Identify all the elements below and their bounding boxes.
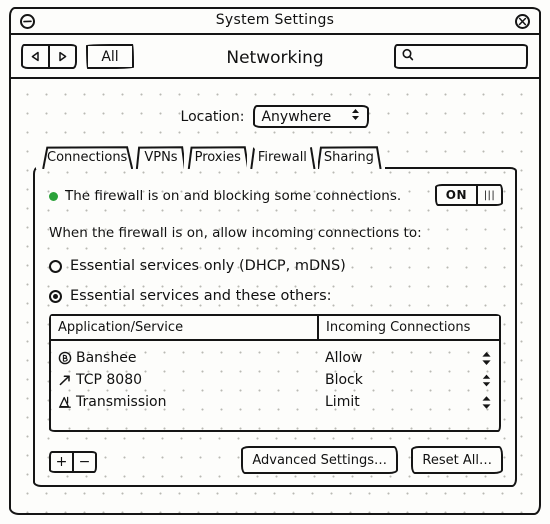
- cell-incoming-connection: Limit: [325, 394, 360, 410]
- column-header-incoming-connections: Incoming Connections: [326, 320, 471, 335]
- application-name: Transmission: [76, 394, 167, 410]
- radio-mark-icon: [49, 259, 62, 273]
- cell-incoming-connection: Block: [325, 372, 363, 388]
- cell-application: Transmission: [51, 394, 319, 410]
- reset-all-button[interactable]: Reset All…: [411, 446, 503, 474]
- radio-essential-services-only[interactable]: Essential services only (DHCP, mDNS): [49, 258, 346, 274]
- settings-body: Location: Anywhere Connections VPNs Prox…: [11, 79, 539, 513]
- search-icon: [401, 47, 415, 66]
- table-row[interactable]: TCP 8080 Block: [51, 369, 499, 391]
- tab-label: Connections: [47, 150, 128, 165]
- tab-bar: Connections VPNs Proxies Firewall Sharin…: [36, 145, 385, 169]
- location-label: Location:: [180, 108, 245, 125]
- tab-label: Proxies: [194, 150, 241, 165]
- advanced-settings-button[interactable]: Advanced Settings…: [241, 446, 398, 474]
- firewall-status-row: The firewall is on and blocking some con…: [49, 183, 503, 209]
- connection-stepper[interactable]: [473, 372, 499, 389]
- tab-label: Firewall: [257, 150, 307, 165]
- table-body: Banshee Allow TCP 8080 Block Transmissio…: [51, 341, 499, 413]
- connection-stepper[interactable]: [473, 394, 499, 411]
- system-settings-window: System Settings All Networking Location:…: [9, 7, 541, 515]
- tab-label: Sharing: [323, 150, 374, 165]
- remove-service-button[interactable]: −: [74, 453, 95, 471]
- toolbar: All Networking: [11, 35, 539, 79]
- incoming-connections-prompt: When the firewall is on, allow incoming …: [49, 225, 422, 241]
- cell-application: Banshee: [51, 350, 319, 366]
- tab-sharing[interactable]: Sharing: [312, 146, 385, 169]
- transmission-app-icon: [58, 395, 72, 409]
- location-row: Location: Anywhere: [11, 105, 539, 128]
- table-header-row: Application/Service Incoming Connections: [51, 316, 499, 341]
- application-name: TCP 8080: [76, 372, 143, 388]
- status-indicator-dot: [49, 191, 58, 201]
- title-bar: System Settings: [11, 9, 539, 35]
- tab-firewall[interactable]: Firewall: [246, 146, 318, 169]
- radio-label: Essential services only (DHCP, mDNS): [70, 258, 346, 274]
- cell-application: TCP 8080: [51, 372, 319, 388]
- application-name: Banshee: [76, 350, 137, 366]
- tab-vpns[interactable]: VPNs: [133, 146, 189, 169]
- radio-label: Essential services and these others:: [70, 288, 332, 304]
- port-arrow-icon: [58, 373, 72, 387]
- firewall-toggle-label: ON: [445, 188, 467, 202]
- tab-connections[interactable]: Connections: [36, 146, 139, 169]
- firewall-toggle-knob[interactable]: |||: [476, 186, 501, 204]
- cell-incoming-connection: Allow: [325, 350, 363, 366]
- firewall-panel: The firewall is on and blocking some con…: [33, 167, 517, 487]
- radio-essential-services-and-others[interactable]: Essential services and these others:: [49, 288, 332, 304]
- tab-proxies[interactable]: Proxies: [183, 146, 252, 169]
- service-table: Application/Service Incoming Connections: [49, 314, 501, 432]
- connection-stepper[interactable]: [473, 350, 499, 367]
- table-row[interactable]: Transmission Limit: [51, 391, 499, 413]
- add-service-button[interactable]: +: [51, 453, 74, 471]
- window-title: System Settings: [215, 12, 335, 28]
- radio-mark-selected-icon: [49, 289, 62, 303]
- firewall-toggle[interactable]: ON |||: [434, 184, 503, 206]
- column-header-application: Application/Service: [51, 316, 319, 339]
- system-settings-window-screenshot: System Settings All Networking Location:…: [0, 0, 550, 524]
- location-select[interactable]: Anywhere: [253, 105, 370, 128]
- firewall-status-text: The firewall is on and blocking some con…: [65, 188, 402, 204]
- close-circle-icon[interactable]: [515, 14, 530, 29]
- location-select-value: Anywhere: [261, 108, 332, 125]
- updown-arrows-icon: [350, 107, 361, 126]
- add-remove-group: + −: [49, 451, 97, 473]
- tab-label: VPNs: [144, 150, 178, 165]
- banshee-app-icon: [58, 351, 72, 365]
- table-row[interactable]: Banshee Allow: [51, 347, 499, 369]
- search-input[interactable]: [394, 44, 528, 69]
